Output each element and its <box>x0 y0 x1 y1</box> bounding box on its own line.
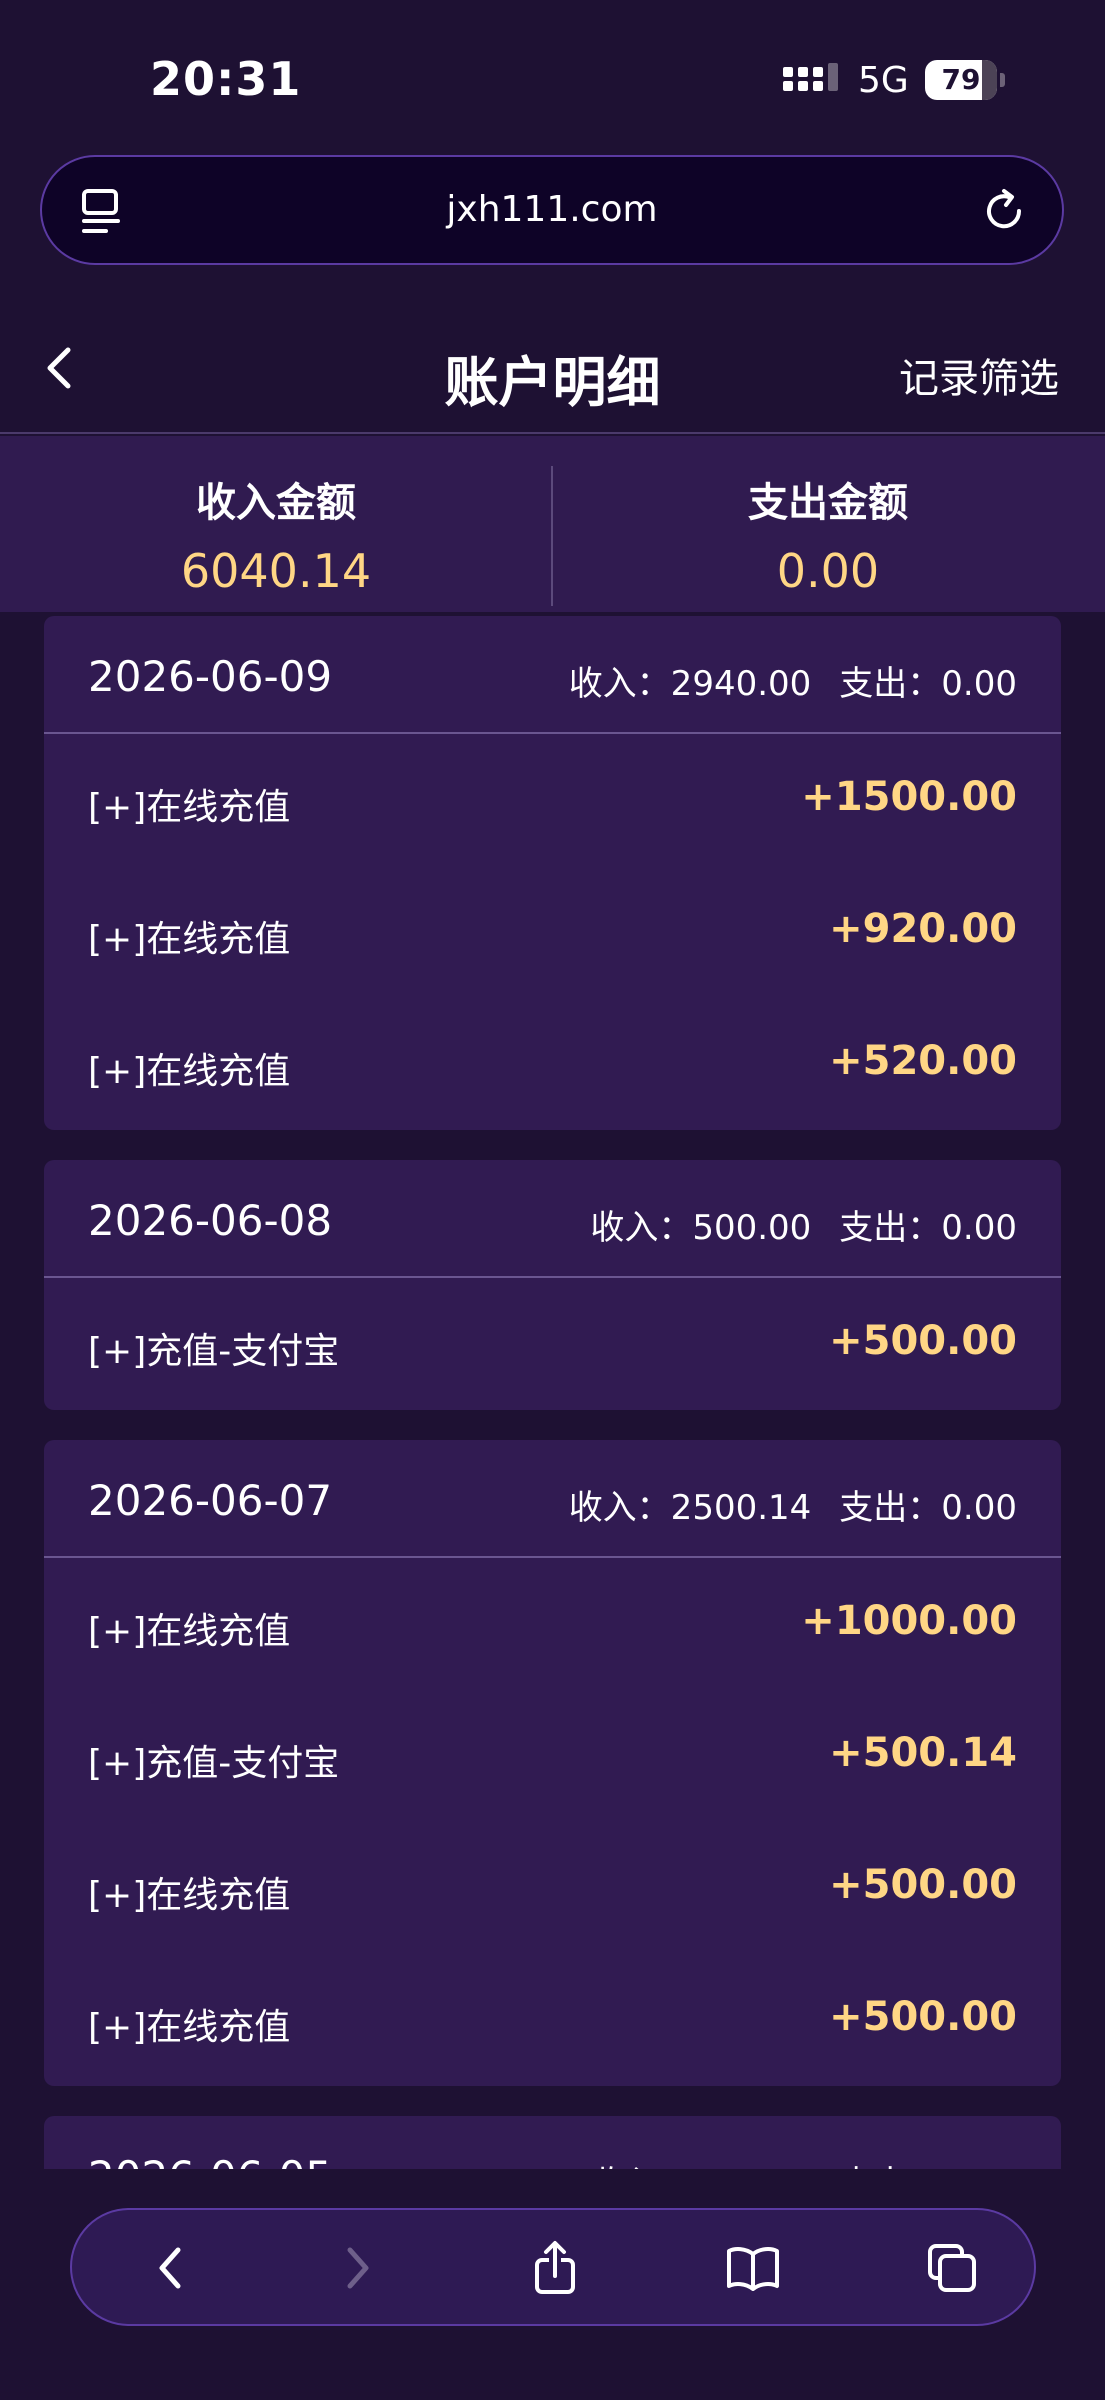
day-expense: 支出：0.00 <box>839 1488 1017 1528</box>
transaction-list[interactable]: 2026-06-09 收入：2940.00 支出：0.00 [+]在线充值 +1500.… <box>0 612 1105 2169</box>
day-card: 2026-06-05 收入：100.00支出：0.00 <box>44 2116 1061 2169</box>
transaction-label: [+]充值-支付宝 <box>88 1743 340 1784</box>
day-summary: 收入：100.00支出：0.00 <box>590 2156 1017 2169</box>
expense-value: 0.00 <box>776 544 880 598</box>
transaction-label: [+]在线充值 <box>88 2007 291 2048</box>
network-type: 5G <box>858 60 909 101</box>
day-summary: 收入：2940.00 支出：0.00 <box>569 656 1017 705</box>
income-label: 收入金额 <box>196 480 356 526</box>
status-time: 20:31 <box>150 52 302 106</box>
transaction-amount: +920.00 <box>829 906 1017 952</box>
transaction-row[interactable]: [+]在线充值 +1000.00 <box>44 1558 1061 1690</box>
day-date: 2026-06-05 <box>88 2152 332 2169</box>
transaction-row[interactable]: [+]在线充值 +500.00 <box>44 1822 1061 1954</box>
day-date: 2026-06-08 <box>88 1196 333 1245</box>
summary-panel: 收入金额 6040.14 支出金额 0.00 <box>0 436 1105 612</box>
income-summary: 收入金额 6040.14 <box>0 436 552 612</box>
day-expense: 支出：0.00 <box>839 664 1017 704</box>
transaction-label: [+]在线充值 <box>88 1611 291 1652</box>
day-expense: 支出：0.00 <box>839 1208 1017 1248</box>
day-header: 2026-06-07 收入：2500.14 支出：0.00 <box>44 1440 1061 1558</box>
transaction-row[interactable]: [+]在线充值 +920.00 <box>44 866 1061 998</box>
forward-arrow-icon[interactable] <box>330 2240 386 2296</box>
transaction-label: [+]在线充值 <box>88 1051 291 1092</box>
record-filter-button[interactable]: 记录筛选 <box>899 346 1059 404</box>
day-card: 2026-06-08 收入：500.00 支出：0.00 [+]充值-支付宝 +500.… <box>44 1160 1061 1410</box>
transaction-amount: +1000.00 <box>801 1598 1017 1644</box>
day-summary: 收入：2500.14 支出：0.00 <box>569 1480 1017 1529</box>
day-income: 收入：2500.14 <box>568 1488 812 1528</box>
battery-icon: 79 <box>925 60 1005 100</box>
transaction-row[interactable]: [+]充值-支付宝 +500.00 <box>44 1278 1061 1410</box>
day-card: 2026-06-07 收入：2500.14 支出：0.00 [+]在线充值 +1000.… <box>44 1440 1061 2086</box>
transaction-row[interactable]: [+]在线充值 +520.00 <box>44 998 1061 1130</box>
day-summary: 收入：500.00 支出：0.00 <box>590 1200 1017 1249</box>
transaction-label: [+]充值-支付宝 <box>88 1331 340 1372</box>
account-details-page: 20:31 5G 79 jxh111.com 账户明细 记录筛选 收入金额 60… <box>0 0 1105 2400</box>
cellular-signal-icon <box>783 63 838 91</box>
browser-toolbar <box>70 2208 1036 2326</box>
expense-label: 支出金额 <box>748 480 908 526</box>
share-icon[interactable] <box>527 2240 583 2296</box>
transaction-label: [+]在线充值 <box>88 787 291 828</box>
transaction-row[interactable]: [+]在线充值 +500.00 <box>44 1954 1061 2086</box>
day-date: 2026-06-07 <box>88 1476 333 1525</box>
url-text[interactable]: jxh111.com <box>42 189 1062 230</box>
transaction-label: [+]在线充值 <box>88 1875 291 1916</box>
nav-header: 账户明细 记录筛选 <box>0 300 1105 434</box>
bookmarks-icon[interactable] <box>725 2240 781 2296</box>
day-header: 2026-06-09 收入：2940.00 支出：0.00 <box>44 616 1061 734</box>
tabs-icon[interactable] <box>924 2240 980 2296</box>
battery-level: 79 <box>941 63 981 96</box>
expense-summary: 支出金额 0.00 <box>552 436 1104 612</box>
status-bar: 20:31 5G 79 <box>0 0 1105 150</box>
transaction-amount: +1500.00 <box>801 774 1017 820</box>
day-income: 收入：500.00 <box>590 1208 812 1248</box>
day-income: 收入：2940.00 <box>568 664 812 704</box>
day-card: 2026-06-09 收入：2940.00 支出：0.00 [+]在线充值 +1500.… <box>44 616 1061 1130</box>
back-arrow-icon[interactable] <box>142 2240 198 2296</box>
transaction-row[interactable]: [+]充值-支付宝 +500.14 <box>44 1690 1061 1822</box>
reload-icon[interactable] <box>980 187 1028 235</box>
transaction-amount: +500.14 <box>829 1730 1017 1776</box>
transaction-amount: +520.00 <box>829 1038 1017 1084</box>
income-value: 6040.14 <box>180 544 372 598</box>
transaction-row[interactable]: [+]在线充值 +1500.00 <box>44 734 1061 866</box>
transaction-amount: +500.00 <box>829 1994 1017 2040</box>
day-header: 2026-06-08 收入：500.00 支出：0.00 <box>44 1160 1061 1278</box>
day-header: 2026-06-05 收入：100.00支出：0.00 <box>44 2116 1061 2169</box>
address-bar[interactable]: jxh111.com <box>40 155 1064 265</box>
transaction-label: [+]在线充值 <box>88 919 291 960</box>
transaction-amount: +500.00 <box>829 1862 1017 1908</box>
day-date: 2026-06-09 <box>88 652 333 701</box>
transaction-amount: +500.00 <box>829 1318 1017 1364</box>
